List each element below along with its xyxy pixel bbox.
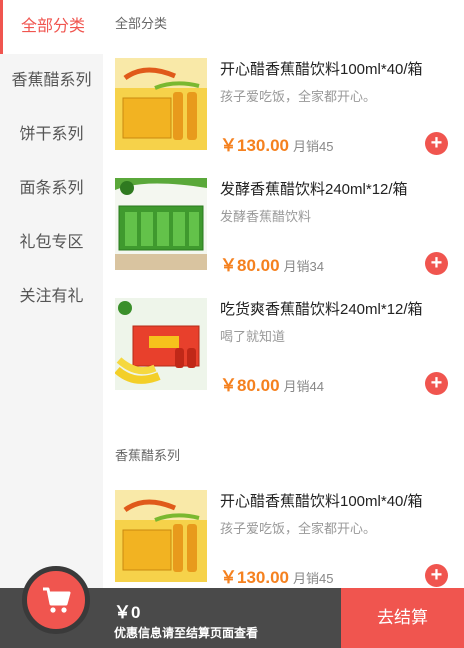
section-divider — [103, 408, 464, 432]
product-list: 全部分类 开心醋香蕉醋饮料100ml*40/箱 孩子爱吃饭，全家都开心。 ￥13… — [103, 0, 464, 588]
product-image — [115, 178, 207, 270]
product-price-row: ￥130.00 月销45 — [220, 563, 333, 588]
product-sales: 月销45 — [293, 139, 334, 154]
product-description: 喝了就知道 — [220, 329, 286, 344]
product-image — [115, 490, 207, 582]
product-price: ￥130.00 — [220, 568, 289, 587]
product-price: ￥80.00 — [220, 376, 280, 395]
sidebar-item-biscuits[interactable]: 饼干系列 — [0, 108, 103, 162]
category-sidebar: 全部分类 香蕉醋系列 饼干系列 面条系列 礼包专区 关注有礼 — [0, 0, 103, 648]
product-sales: 月销44 — [283, 379, 325, 394]
add-to-cart-button[interactable]: + — [425, 252, 448, 275]
product-card[interactable]: 开心醋香蕉醋饮料100ml*40/箱 孩子爱吃饭，全家都开心。 ￥130.00 月… — [103, 480, 464, 588]
product-name: 发酵香蕉醋饮料240ml*12/箱 — [220, 181, 408, 198]
plus-icon: + — [430, 564, 443, 586]
product-image — [115, 58, 207, 150]
plus-icon: + — [430, 132, 443, 154]
product-description: 孩子爱吃饭，全家都开心。 — [220, 521, 377, 536]
checkout-button[interactable]: 去结算 — [341, 588, 464, 648]
product-price: ￥80.00 — [220, 256, 280, 275]
sidebar-item-banana-vinegar[interactable]: 香蕉醋系列 — [0, 54, 103, 108]
sidebar-item-noodles[interactable]: 面条系列 — [0, 162, 103, 216]
add-to-cart-button[interactable]: + — [425, 564, 448, 587]
add-to-cart-button[interactable]: + — [425, 132, 448, 155]
product-card[interactable]: 吃货爽香蕉醋饮料240ml*12/箱 喝了就知道 ￥80.00 月销44 + — [103, 288, 464, 408]
section-title: 全部分类 — [115, 16, 168, 31]
product-name: 开心醋香蕉醋饮料100ml*40/箱 — [220, 61, 423, 78]
product-card[interactable]: 发酵香蕉醋饮料240ml*12/箱 发酵香蕉醋饮料 ￥80.00 月销34 + — [103, 168, 464, 288]
discount-note: 优惠信息请至结算页面查看 — [114, 626, 259, 640]
product-price-row: ￥80.00 月销34 — [220, 251, 324, 276]
section-title: 香蕉醋系列 — [115, 448, 181, 463]
cart-button[interactable] — [22, 566, 90, 634]
product-description: 发酵香蕉醋饮料 — [220, 209, 312, 224]
product-sales: 月销34 — [283, 259, 325, 274]
cart-total: ￥0 — [114, 603, 141, 622]
sidebar-item-all[interactable]: 全部分类 — [0, 0, 103, 54]
product-price-row: ￥80.00 月销44 — [220, 371, 324, 396]
cart-bar: ￥0 优惠信息请至结算页面查看 去结算 — [0, 566, 464, 648]
product-image — [115, 298, 207, 390]
product-name: 开心醋香蕉醋饮料100ml*40/箱 — [220, 493, 423, 510]
sidebar-item-gift-packs[interactable]: 礼包专区 — [0, 216, 103, 270]
product-card[interactable]: 开心醋香蕉醋饮料100ml*40/箱 孩子爱吃饭，全家都开心。 ￥130.00 月… — [103, 48, 464, 168]
shopping-cart-icon — [43, 587, 71, 613]
sidebar-item-follow-gift[interactable]: 关注有礼 — [0, 270, 103, 324]
product-sales: 月销45 — [293, 571, 334, 586]
plus-icon: + — [430, 252, 443, 274]
product-description: 孩子爱吃饭，全家都开心。 — [220, 89, 377, 104]
plus-icon: + — [430, 372, 443, 394]
product-price-row: ￥130.00 月销45 — [220, 131, 333, 156]
product-name: 吃货爽香蕉醋饮料240ml*12/箱 — [220, 301, 423, 318]
add-to-cart-button[interactable]: + — [425, 372, 448, 395]
product-price: ￥130.00 — [220, 136, 289, 155]
